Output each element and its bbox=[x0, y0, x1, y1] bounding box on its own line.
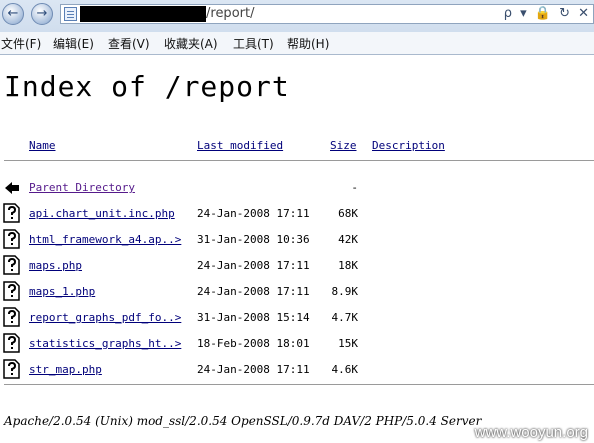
file-size: 4.6K bbox=[331, 363, 359, 376]
unknown-file-icon bbox=[3, 281, 20, 301]
file-link[interactable]: maps.php bbox=[29, 259, 82, 272]
file-row: statistics_graphs_ht..> 18-Feb-2008 18:01… bbox=[0, 333, 594, 363]
forward-arrow-icon: → bbox=[36, 6, 48, 21]
file-size: 15K bbox=[338, 337, 358, 350]
file-link[interactable]: statistics_graphs_ht..> bbox=[29, 337, 181, 350]
file-link[interactable]: api.chart_unit.inc.php bbox=[29, 207, 175, 220]
server-signature: Apache/2.0.54 (Unix) mod_ssl/2.0.54 Open… bbox=[4, 414, 482, 428]
sort-description-link[interactable]: Description bbox=[372, 139, 445, 152]
file-link[interactable]: maps_1.php bbox=[29, 285, 95, 298]
menu-file[interactable]: 文件(F) bbox=[1, 35, 41, 52]
file-row: str_map.php 24-Jan-2008 17:11 4.6K bbox=[0, 359, 594, 389]
forward-button[interactable]: → bbox=[31, 3, 53, 25]
file-link[interactable]: report_graphs_pdf_fo..> bbox=[29, 311, 181, 324]
file-link[interactable]: str_map.php bbox=[29, 363, 102, 376]
parent-directory-link[interactable]: Parent Directory bbox=[29, 181, 135, 194]
unknown-file-icon bbox=[3, 255, 20, 275]
file-row: maps.php 24-Jan-2008 17:11 18K bbox=[0, 255, 594, 285]
menu-favorites[interactable]: 收藏夹(A) bbox=[164, 35, 218, 52]
menu-bar: 文件(F) 编辑(E) 查看(V) 收藏夹(A) 工具(T) 帮助(H) bbox=[0, 32, 594, 54]
divider bbox=[4, 160, 594, 161]
file-size: 42K bbox=[338, 233, 358, 246]
file-size: 68K bbox=[338, 207, 358, 220]
unknown-file-icon bbox=[3, 307, 20, 327]
page-icon bbox=[64, 7, 77, 21]
url-path: /report/ bbox=[206, 6, 255, 21]
divider-bottom bbox=[4, 384, 594, 385]
menu-edit[interactable]: 编辑(E) bbox=[53, 35, 94, 52]
unknown-file-icon bbox=[3, 203, 20, 223]
file-size: 18K bbox=[338, 259, 358, 272]
file-row: report_graphs_pdf_fo..> 31-Jan-2008 15:14… bbox=[0, 307, 594, 337]
address-bar[interactable]: /report/ ρ ▾ 🔒 ↻ ✕ bbox=[60, 4, 594, 24]
file-row: api.chart_unit.inc.php 24-Jan-2008 17:11 6… bbox=[0, 203, 594, 233]
file-link[interactable]: html_framework_a4.ap..> bbox=[29, 233, 181, 246]
file-row: html_framework_a4.ap..> 31-Jan-2008 10:36… bbox=[0, 229, 594, 259]
address-tools[interactable]: ρ ▾ 🔒 ↻ ✕ bbox=[504, 6, 591, 22]
back-arrow-icon: ← bbox=[7, 6, 19, 21]
page-title: Index of /report bbox=[4, 70, 290, 103]
watermark: www.wooyun.org bbox=[474, 424, 588, 441]
sort-size-link[interactable]: Size bbox=[330, 139, 357, 152]
parent-row: Parent Directory - bbox=[0, 181, 594, 207]
sort-modified-link[interactable]: Last modified bbox=[197, 139, 283, 152]
unknown-file-icon bbox=[3, 333, 20, 353]
browser-chrome: ← → /report/ ρ ▾ 🔒 ↻ ✕ 文件(F) 编辑(E) 查看(V)… bbox=[0, 0, 594, 55]
menu-help[interactable]: 帮助(H) bbox=[287, 35, 329, 52]
file-size: 4.7K bbox=[331, 311, 359, 324]
file-row: maps_1.php 24-Jan-2008 17:11 8.9K bbox=[0, 281, 594, 311]
menu-tools[interactable]: 工具(T) bbox=[233, 35, 274, 52]
back-folder-icon bbox=[5, 182, 19, 194]
parent-size: - bbox=[351, 181, 358, 194]
menu-view[interactable]: 查看(V) bbox=[108, 35, 150, 52]
back-button[interactable]: ← bbox=[2, 3, 24, 25]
unknown-file-icon bbox=[3, 229, 20, 249]
unknown-file-icon bbox=[3, 359, 20, 379]
sort-name-link[interactable]: Name bbox=[29, 139, 56, 152]
file-size: 8.9K bbox=[331, 285, 359, 298]
redacted-host bbox=[80, 6, 206, 22]
